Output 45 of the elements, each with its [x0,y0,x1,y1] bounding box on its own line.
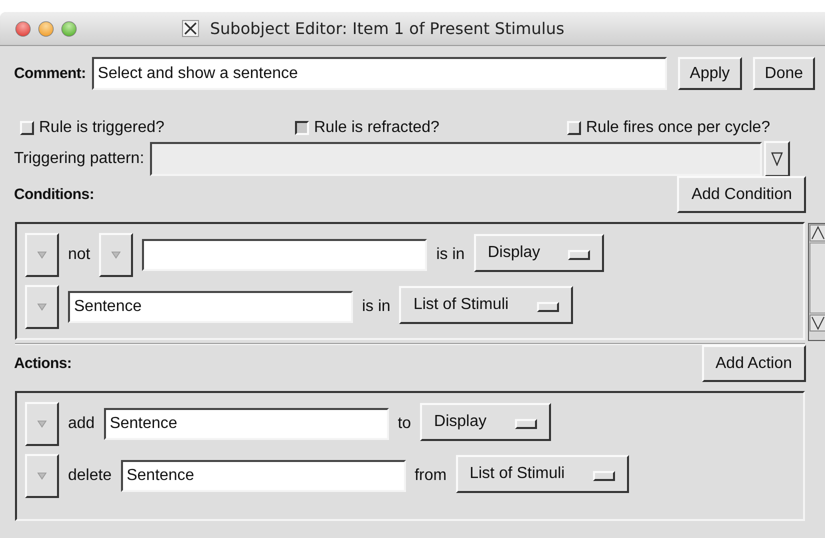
text-field[interactable]: Sentence [68,290,353,322]
minimize-icon[interactable] [38,20,54,36]
section-label: Conditions: [14,186,94,203]
text-field[interactable]: Sentence [104,408,389,440]
row-label: from [414,466,447,484]
text-field[interactable]: Sentence [120,460,406,492]
triangle-icon [771,152,784,166]
menu-button[interactable] [99,232,134,276]
scrollbar[interactable] [808,223,825,341]
menu-button[interactable] [25,232,59,276]
comment-label: Comment: [14,65,86,82]
window-title: Subobject Editor: Item 1 of Present Stimulus [210,19,564,38]
apply-button[interactable]: Apply [678,57,742,90]
triangle-icon [37,250,47,258]
row-label: add [68,414,95,432]
done-button[interactable]: Done [752,57,816,90]
zoom-icon[interactable] [61,20,77,36]
menu-button[interactable] [25,284,59,328]
triangle-icon [111,250,122,258]
triangle-icon [37,420,47,428]
option-menu[interactable]: List of Stimuli [399,286,573,324]
checkbox-label: Rule fires once per cycle? [586,119,770,137]
section-label: Actions: [14,355,72,372]
option-menu[interactable]: Display [420,402,551,440]
field-label: Triggering pattern: [14,150,144,168]
option-menu[interactable]: Display [474,234,604,272]
checkbox-label: Rule is triggered? [39,119,164,137]
checkbox-label: Rule is refracted? [314,119,440,137]
row-label: delete [68,466,112,484]
comment-field[interactable]: Select and show a sentence [92,57,667,90]
add-action-button[interactable]: Add Action [702,345,806,382]
triangle-icon [37,472,47,480]
text-field[interactable] [142,238,428,270]
row-label: is in [362,298,390,316]
option-menu[interactable]: List of Stimuli [456,454,629,492]
dropdown-button[interactable] [764,141,790,177]
add-condition-button[interactable]: Add Condition [677,176,806,213]
row-label: is in [436,246,465,264]
menu-button[interactable] [25,402,59,446]
row-label: not [68,246,90,264]
menu-button[interactable] [25,454,59,498]
triangle-icon [37,302,47,310]
close-icon[interactable] [15,20,31,36]
row-label: to [398,414,412,432]
checkbox[interactable] [295,121,309,135]
